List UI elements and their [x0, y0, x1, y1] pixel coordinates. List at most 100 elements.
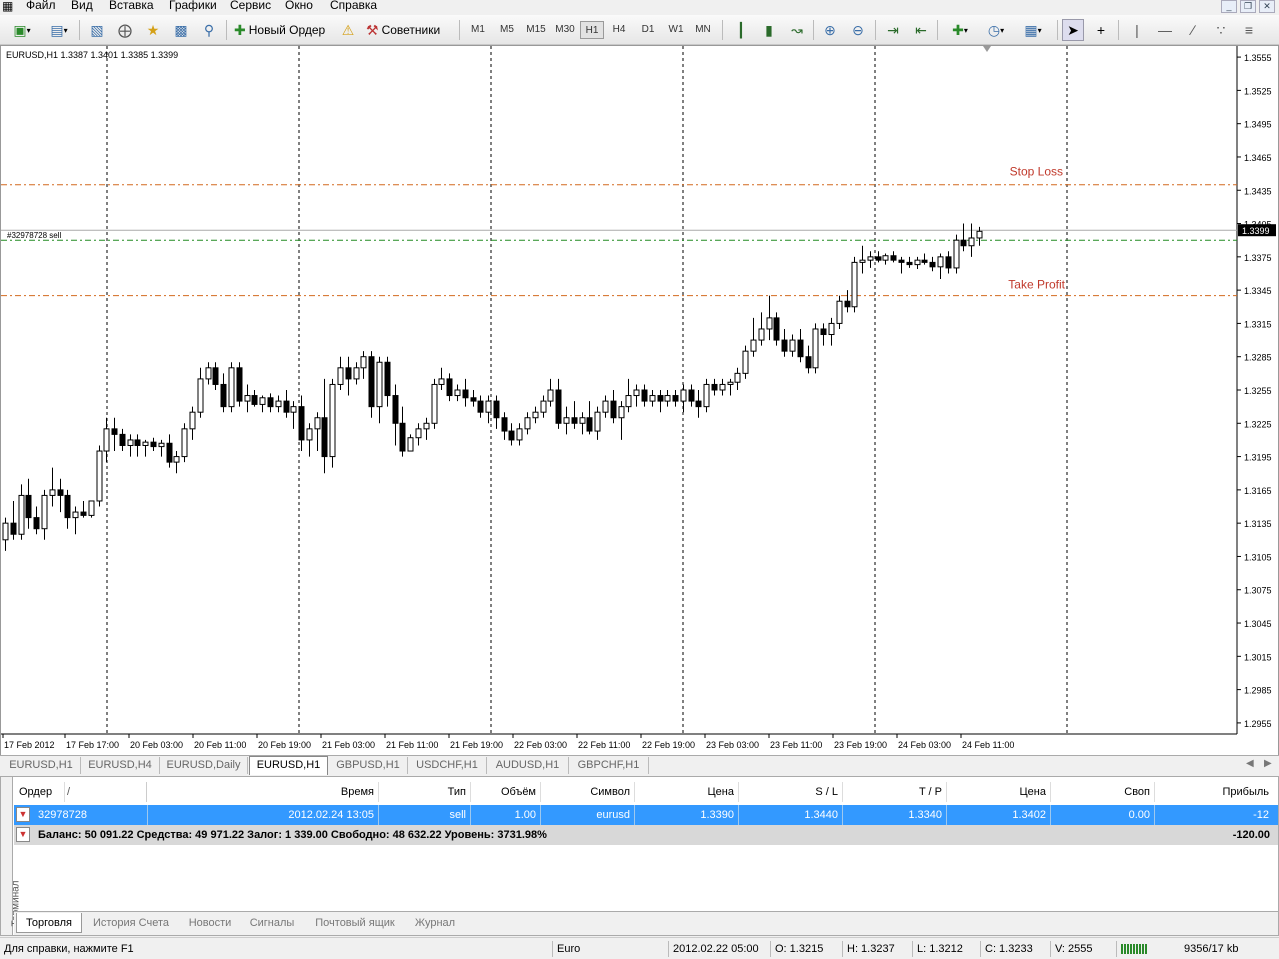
- candle-body: [49, 489, 56, 496]
- trendline-button[interactable]: ∕: [1182, 19, 1204, 41]
- chart-tab-gbpusd-h1[interactable]: GBPUSD,H1: [329, 757, 408, 774]
- tab-journal[interactable]: Журнал: [408, 913, 462, 933]
- indicators-button[interactable]: ✚ ▾: [944, 19, 976, 41]
- new-chart-button[interactable]: ▣ ▾: [4, 19, 40, 41]
- col-tp[interactable]: T / P: [843, 782, 947, 802]
- timeframe-mn[interactable]: MN: [691, 21, 715, 39]
- time-tick-label: 20 Feb 11:00: [194, 740, 246, 750]
- candle-body: [251, 395, 258, 405]
- auto-scroll-button[interactable]: ⇥: [882, 19, 904, 41]
- connection-status[interactable]: [1116, 941, 1176, 957]
- fibonacci-button[interactable]: ≡: [1238, 19, 1260, 41]
- candle-body: [859, 259, 866, 263]
- chart-tab-usdchf-h1[interactable]: USDCHF,H1: [408, 757, 487, 774]
- templates-button[interactable]: ▦ ▾: [1016, 19, 1050, 41]
- data-window-button[interactable]: ⨁: [114, 19, 136, 41]
- tab-account-history[interactable]: История Счета: [84, 913, 178, 933]
- col-volume[interactable]: Объём: [471, 782, 541, 802]
- candle-body: [283, 400, 290, 413]
- restore-button[interactable]: ❐: [1240, 0, 1256, 13]
- close-button[interactable]: ✕: [1259, 0, 1275, 13]
- candlestick-button[interactable]: ▮: [758, 19, 780, 41]
- menu-window[interactable]: Окно: [285, 0, 313, 12]
- horizontal-line-button[interactable]: —: [1154, 19, 1176, 41]
- col-sl[interactable]: S / L: [739, 782, 843, 802]
- time-tick-label: 20 Feb 19:00: [258, 740, 311, 750]
- crosshair-target-icon: ⨁: [118, 22, 132, 38]
- new-order-button[interactable]: ✚ Новый Ордер: [234, 19, 334, 41]
- chart-tab-eurusd-h1-a[interactable]: EURUSD,H1: [2, 757, 81, 774]
- price-chart[interactable]: 1.35551.35251.34951.34651.34351.34051.33…: [0, 45, 1279, 757]
- col-current-price[interactable]: Цена: [947, 782, 1051, 802]
- candle-body: [750, 339, 757, 352]
- timeframe-w1[interactable]: W1: [664, 21, 688, 39]
- chart-shift-button[interactable]: ⇤: [910, 19, 932, 41]
- timeframe-h4[interactable]: H4: [607, 21, 631, 39]
- chart-tab-gbpchf-h1[interactable]: GBPCHF,H1: [569, 757, 649, 774]
- timeframe-m1[interactable]: M1: [466, 21, 490, 39]
- profiles-icon: ▤: [50, 22, 64, 38]
- candle-body: [314, 417, 321, 430]
- line-chart-button[interactable]: ↝: [786, 19, 808, 41]
- zoom-out-button[interactable]: ⊖: [847, 19, 869, 41]
- cursor-button[interactable]: ➤: [1062, 19, 1084, 41]
- chart-canvas[interactable]: 1.35551.35251.34951.34651.34351.34051.33…: [1, 46, 1278, 756]
- new-order-label: Новый Ордер: [248, 23, 326, 37]
- market-watch-button[interactable]: ▧: [86, 19, 108, 41]
- candle-body: [805, 356, 812, 369]
- menu-help[interactable]: Справка: [330, 0, 377, 12]
- minimize-button[interactable]: _: [1221, 0, 1237, 13]
- candle-body: [33, 517, 40, 530]
- timeframe-h1[interactable]: H1: [580, 21, 604, 39]
- vertical-line-button[interactable]: |: [1126, 19, 1148, 41]
- tab-news[interactable]: Новости: [182, 913, 238, 933]
- candle-body: [867, 256, 874, 261]
- col-order[interactable]: Ордер: [15, 782, 65, 802]
- chart-tab-eurusd-daily[interactable]: EURUSD,Daily: [160, 757, 248, 774]
- col-type[interactable]: Тип: [379, 782, 471, 802]
- timeframe-m30[interactable]: M30: [551, 21, 579, 39]
- chart-tab-audusd-h1[interactable]: AUDUSD,H1: [487, 757, 569, 774]
- tab-scroll-left-icon[interactable]: ◀: [1246, 758, 1254, 769]
- new-chart-icon: ▣: [13, 22, 27, 38]
- col-symbol[interactable]: Символ: [541, 782, 635, 802]
- chart-tab-eurusd-h4[interactable]: EURUSD,H4: [81, 757, 160, 774]
- crosshair-button[interactable]: +: [1090, 19, 1112, 41]
- tab-signals[interactable]: Сигналы: [242, 913, 302, 933]
- col-price[interactable]: Цена: [635, 782, 739, 802]
- navigator-button[interactable]: ★: [142, 19, 164, 41]
- chart-tab-eurusd-h1-active[interactable]: EURUSD,H1: [249, 756, 328, 775]
- channel-button[interactable]: ∵: [1210, 19, 1232, 41]
- menu-insert[interactable]: Вставка: [109, 0, 154, 12]
- menu-charts[interactable]: Графики: [169, 0, 217, 12]
- candle-body: [501, 417, 508, 432]
- menu-file[interactable]: Файл: [26, 0, 56, 12]
- timeframe-m5[interactable]: M5: [494, 21, 520, 39]
- candle-body: [134, 439, 141, 446]
- chart-shift-marker-icon[interactable]: [983, 46, 991, 52]
- candle-body: [25, 494, 32, 519]
- periods-button[interactable]: ◷ ▾: [980, 19, 1012, 41]
- timeframe-d1[interactable]: D1: [636, 21, 660, 39]
- zoom-in-button[interactable]: ⊕: [819, 19, 841, 41]
- col-profit[interactable]: Прибыль: [1155, 782, 1273, 802]
- bar-chart-button[interactable]: ┃: [730, 19, 752, 41]
- experts-button[interactable]: ⚒ Советники: [366, 19, 454, 41]
- menu-tools[interactable]: Сервис: [230, 0, 271, 12]
- status-datetime: 2012.02.22 05:00: [668, 941, 759, 957]
- candle-body: [41, 494, 48, 530]
- candle-body: [96, 450, 103, 502]
- col-swap[interactable]: Своп: [1051, 782, 1155, 802]
- autotrading-warning-button[interactable]: ⚠: [338, 19, 358, 41]
- tester-button[interactable]: ⚲: [198, 19, 220, 41]
- tab-trade[interactable]: Торговля: [16, 913, 82, 933]
- profiles-button[interactable]: ▤ ▾: [44, 19, 74, 41]
- menu-view[interactable]: Вид: [71, 0, 93, 12]
- terminal-button[interactable]: ▩: [170, 19, 192, 41]
- col-time[interactable]: Время: [147, 782, 379, 802]
- order-row[interactable]: ▼ 32978728 2012.02.24 13:05 sell 1.00 eu…: [14, 805, 1278, 825]
- tab-mailbox[interactable]: Почтовый ящик: [306, 913, 404, 933]
- timeframe-m15[interactable]: M15: [522, 21, 550, 39]
- col-sort[interactable]: /: [63, 782, 147, 802]
- tab-scroll-right-icon[interactable]: ▶: [1264, 758, 1272, 769]
